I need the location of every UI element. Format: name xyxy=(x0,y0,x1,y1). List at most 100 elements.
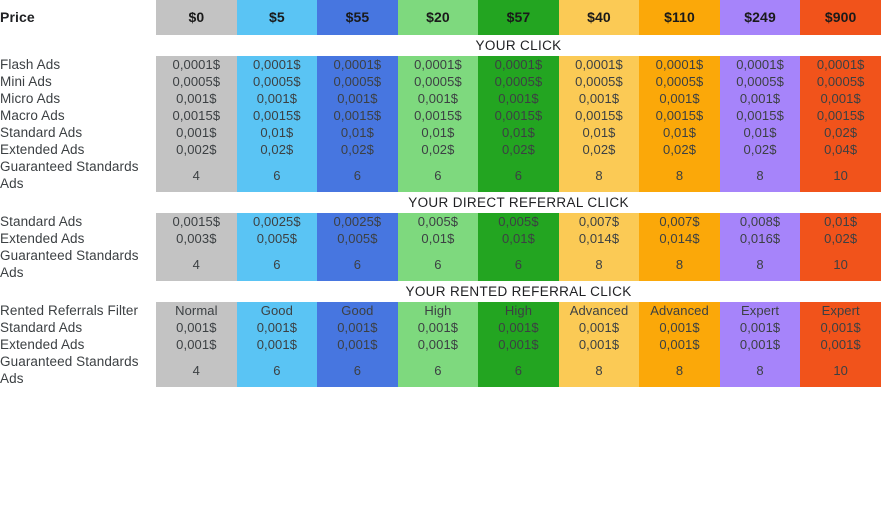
cell-0-2-8: 0,001$ xyxy=(800,90,881,107)
cell-0-2-6: 0,001$ xyxy=(639,90,720,107)
cell-2-0-8: Expert xyxy=(800,302,881,319)
table-row: Standard Ads 0,001$ 0,001$ 0,001$ 0,001$ 0,00… xyxy=(0,319,881,336)
table-row: Standard Ads 0,0015$ 0,0025$ 0,0025$ 0,005$ 0… xyxy=(0,213,881,230)
cell-0-1-3: 0,0005$ xyxy=(397,73,479,90)
cell-1-0-5: 0,007$ xyxy=(558,213,640,230)
cell-1-0-4: 0,005$ xyxy=(478,213,559,230)
cell-0-4-3: 0,01$ xyxy=(397,124,479,141)
table-row: Extended Ads 0,001$ 0,001$ 0,001$ 0,001$ 0,00… xyxy=(0,336,881,353)
cell-0-6-5: 8 xyxy=(558,158,640,192)
price-header-cell-4: $57 xyxy=(478,0,559,35)
grid-body: Price $0 $5 $55 $20 $57 $40 $110 $249 $900 YOUR CL… xyxy=(0,0,881,387)
cell-0-5-7: 0,02$ xyxy=(719,141,801,158)
cell-2-1-5: 0,001$ xyxy=(558,319,640,336)
cell-0-4-5: 0,01$ xyxy=(558,124,640,141)
cell-2-2-6: 0,001$ xyxy=(639,336,720,353)
cell-2-3-6: 8 xyxy=(639,353,720,387)
cell-2-2-0: 0,001$ xyxy=(156,336,237,353)
membership-pricing-grid: Price $0 $5 $55 $20 $57 $40 $110 $249 $900 YOUR CL… xyxy=(0,0,881,387)
cell-0-0-3: 0,0001$ xyxy=(397,56,479,73)
cell-0-2-1: 0,001$ xyxy=(236,90,318,107)
table-row: Flash Ads 0,0001$ 0,0001$ 0,0001$ 0,0001$ 0,0… xyxy=(0,56,881,73)
table-row: Guaranteed Standards Ads 4 6 6 6 6 8 8 8 10 xyxy=(0,158,881,192)
cell-2-2-8: 0,001$ xyxy=(800,336,881,353)
section-title-row-1: YOUR DIRECT REFERRAL CLICK xyxy=(0,192,881,213)
table-row: Extended Ads 0,003$ 0,005$ 0,005$ 0,01$ 0,01$… xyxy=(0,230,881,247)
cell-2-1-7: 0,001$ xyxy=(719,319,801,336)
cell-1-0-2: 0,0025$ xyxy=(317,213,398,230)
cell-1-1-7: 0,016$ xyxy=(719,230,801,247)
cell-2-0-3: High xyxy=(397,302,479,319)
cell-0-3-1: 0,0015$ xyxy=(236,107,318,124)
cell-0-2-4: 0,001$ xyxy=(478,90,559,107)
cell-0-1-2: 0,0005$ xyxy=(317,73,398,90)
cell-0-4-0: 0,001$ xyxy=(156,124,237,141)
cell-2-0-5: Advanced xyxy=(558,302,640,319)
cell-0-1-4: 0,0005$ xyxy=(478,73,559,90)
cell-0-6-4: 6 xyxy=(478,158,559,192)
cell-1-1-0: 0,003$ xyxy=(156,230,237,247)
cell-1-0-0: 0,0015$ xyxy=(156,213,237,230)
cell-0-1-1: 0,0005$ xyxy=(236,73,318,90)
cell-0-6-1: 6 xyxy=(236,158,318,192)
price-header-cell-8: $900 xyxy=(800,0,881,35)
cell-1-0-6: 0,007$ xyxy=(639,213,720,230)
cell-1-1-1: 0,005$ xyxy=(236,230,318,247)
cell-0-5-1: 0,02$ xyxy=(236,141,318,158)
pricing-comparison-table: Price $0 $5 $55 $20 $57 $40 $110 $249 $900 YOUR CL… xyxy=(0,0,881,524)
section-title-spacer xyxy=(0,281,157,302)
table-row: Extended Ads 0,002$ 0,02$ 0,02$ 0,02$ 0,02$ 0,… xyxy=(0,141,881,158)
cell-2-3-3: 6 xyxy=(397,353,479,387)
table-row: Guaranteed Standards Ads 4 6 6 6 6 8 8 8 10 xyxy=(0,247,881,281)
cell-2-1-2: 0,001$ xyxy=(317,319,398,336)
cell-0-1-6: 0,0005$ xyxy=(639,73,720,90)
cell-1-0-7: 0,008$ xyxy=(719,213,801,230)
price-header-cell-3: $20 xyxy=(397,0,479,35)
cell-1-1-2: 0,005$ xyxy=(317,230,398,247)
cell-2-2-1: 0,001$ xyxy=(236,336,318,353)
cell-2-3-2: 6 xyxy=(317,353,398,387)
cell-0-3-6: 0,0015$ xyxy=(639,107,720,124)
cell-1-2-7: 8 xyxy=(719,247,801,281)
cell-1-2-4: 6 xyxy=(478,247,559,281)
row-label-2-3: Guaranteed Standards Ads xyxy=(0,353,157,387)
cell-0-1-0: 0,0005$ xyxy=(156,73,237,90)
cell-0-4-4: 0,01$ xyxy=(478,124,559,141)
cell-0-5-4: 0,02$ xyxy=(478,141,559,158)
cell-1-0-3: 0,005$ xyxy=(397,213,479,230)
cell-0-3-5: 0,0015$ xyxy=(558,107,640,124)
table-row: Macro Ads 0,0015$ 0,0015$ 0,0015$ 0,0015$ 0,0… xyxy=(0,107,881,124)
cell-0-0-8: 0,0001$ xyxy=(800,56,881,73)
cell-1-1-3: 0,01$ xyxy=(397,230,479,247)
cell-0-2-7: 0,001$ xyxy=(719,90,801,107)
cell-0-3-0: 0,0015$ xyxy=(156,107,237,124)
cell-0-0-5: 0,0001$ xyxy=(558,56,640,73)
cell-0-4-6: 0,01$ xyxy=(639,124,720,141)
row-label-1-0: Standard Ads xyxy=(0,213,157,230)
cell-2-3-1: 6 xyxy=(236,353,318,387)
cell-1-0-1: 0,0025$ xyxy=(236,213,318,230)
cell-2-3-7: 8 xyxy=(719,353,801,387)
cell-2-1-0: 0,001$ xyxy=(156,319,237,336)
cell-2-0-2: Good xyxy=(317,302,398,319)
cell-1-2-1: 6 xyxy=(236,247,318,281)
cell-0-2-2: 0,001$ xyxy=(317,90,398,107)
table-row: Mini Ads 0,0005$ 0,0005$ 0,0005$ 0,0005$ 0,00… xyxy=(0,73,881,90)
cell-2-2-2: 0,001$ xyxy=(317,336,398,353)
cell-2-1-1: 0,001$ xyxy=(236,319,318,336)
row-label-1-1: Extended Ads xyxy=(0,230,157,247)
cell-0-6-7: 8 xyxy=(719,158,801,192)
cell-0-3-3: 0,0015$ xyxy=(397,107,479,124)
cell-0-6-3: 6 xyxy=(397,158,479,192)
cell-0-2-5: 0,001$ xyxy=(558,90,640,107)
cell-1-1-4: 0,01$ xyxy=(478,230,559,247)
cell-0-3-7: 0,0015$ xyxy=(719,107,801,124)
cell-2-2-5: 0,001$ xyxy=(558,336,640,353)
cell-0-5-8: 0,04$ xyxy=(800,141,881,158)
section-title-spacer xyxy=(0,35,157,56)
cell-0-4-1: 0,01$ xyxy=(236,124,318,141)
price-header-cell-6: $110 xyxy=(639,0,720,35)
cell-0-5-0: 0,002$ xyxy=(156,141,237,158)
cell-0-4-7: 0,01$ xyxy=(719,124,801,141)
cell-2-0-4: High xyxy=(478,302,559,319)
